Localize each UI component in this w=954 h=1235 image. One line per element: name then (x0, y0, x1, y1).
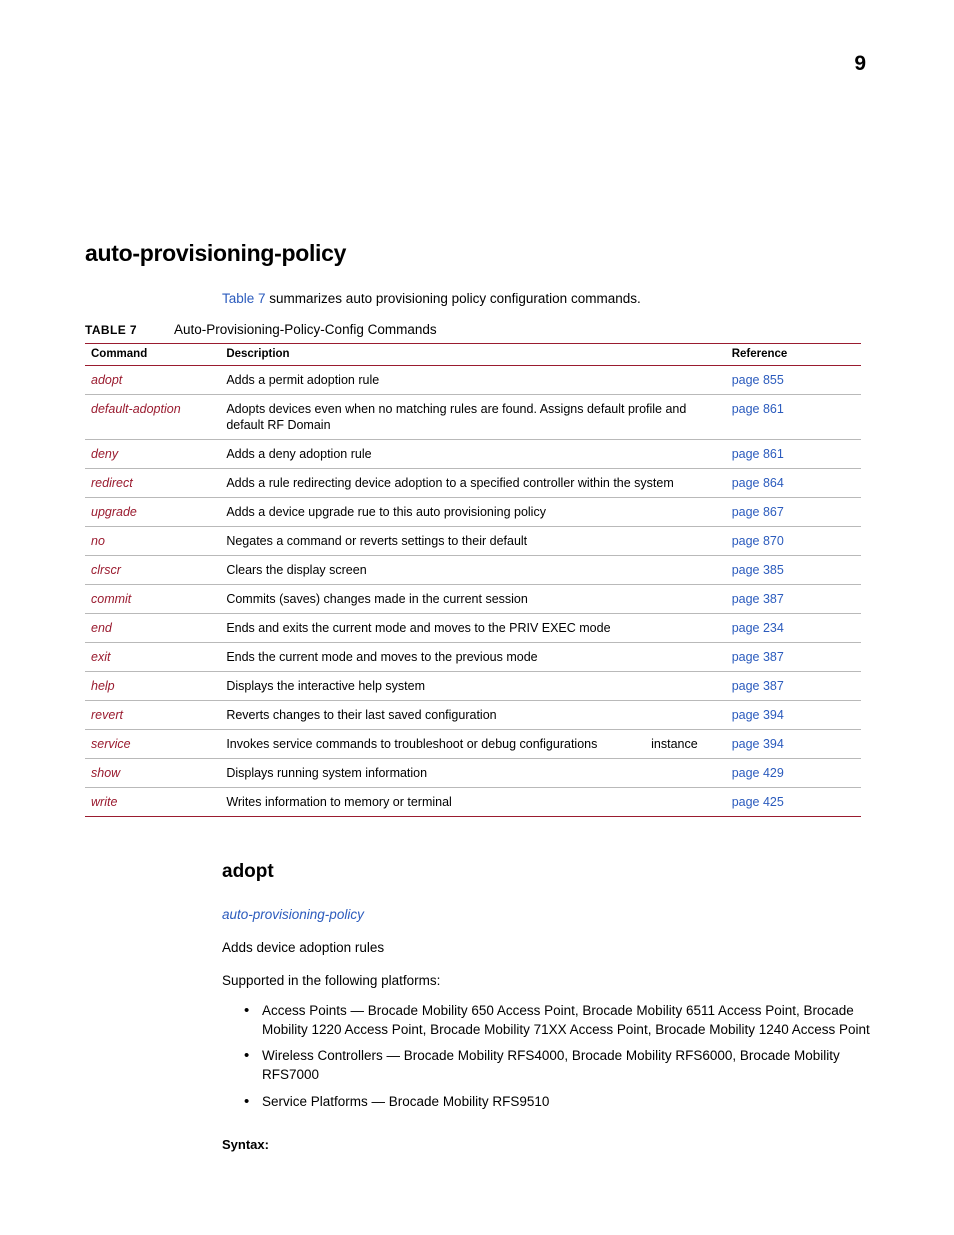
platform-text: Service Platforms — Brocade Mobility RFS… (262, 1093, 550, 1109)
page-content: auto-provisioning-policy Table 7 summari… (85, 240, 875, 1152)
table-7-link[interactable]: Table 7 (222, 291, 266, 306)
platform-text: Wireless Controllers — Brocade Mobility … (262, 1048, 840, 1082)
table-body: adopt Adds a permit adoption rule page 8… (85, 365, 861, 817)
command-link[interactable]: no (91, 534, 105, 548)
reference-link[interactable]: page 394 (732, 737, 784, 751)
command-link[interactable]: revert (91, 708, 123, 722)
command-description: Ends and exits the current mode and move… (226, 621, 611, 635)
table-row: upgrade Adds a device upgrade rue to thi… (85, 497, 861, 527)
command-description: Clears the display screen (226, 563, 367, 577)
table-intro-sentence: Table 7 summarizes auto provisioning pol… (222, 291, 875, 306)
reference-link[interactable]: page 385 (732, 563, 784, 577)
table-row: show Displays running system information… (85, 758, 861, 788)
table-row: write Writes information to memory or te… (85, 787, 861, 817)
command-description: Adds a device upgrade rue to this auto p… (226, 505, 546, 519)
reference-link[interactable]: page 387 (732, 650, 784, 664)
supported-platforms-intro: Supported in the following platforms: (222, 973, 441, 988)
reference-link[interactable]: page 864 (732, 476, 784, 490)
table-row: exit Ends the current mode and moves to … (85, 642, 861, 672)
command-link[interactable]: upgrade (91, 505, 137, 519)
command-link[interactable]: commit (91, 592, 131, 606)
command-link[interactable]: help (91, 679, 115, 693)
syntax-label: Syntax: (222, 1137, 269, 1153)
reference-link[interactable]: page 870 (732, 534, 784, 548)
command-description: Commits (saves) changes made in the curr… (226, 592, 528, 606)
command-description: Reverts changes to their last saved conf… (226, 708, 497, 722)
command-link[interactable]: service (91, 737, 131, 751)
command-link[interactable]: show (91, 766, 120, 780)
command-description: Negates a command or reverts settings to… (226, 534, 528, 548)
command-link[interactable]: clrscr (91, 563, 121, 577)
table-row: clrscr Clears the display screen page 38… (85, 555, 861, 585)
table-row: deny Adds a deny adoption rule page 861 (85, 439, 861, 469)
command-description: Writes information to memory or terminal (226, 795, 452, 809)
list-item: • Service Platforms — Brocade Mobility R… (222, 1093, 875, 1112)
column-header-reference: Reference (725, 343, 861, 366)
reference-link[interactable]: page 387 (732, 679, 784, 693)
subsection-description: Adds device adoption rules (222, 940, 385, 955)
table-row: commit Commits (saves) changes made in t… (85, 584, 861, 614)
command-link[interactable]: default-adoption (91, 402, 181, 416)
command-link[interactable]: end (91, 621, 112, 635)
reference-link[interactable]: page 861 (732, 402, 784, 416)
command-description: Adds a permit adoption rule (226, 373, 380, 387)
reference-link[interactable]: page 394 (732, 708, 784, 722)
table-intro-text: summarizes auto provisioning policy conf… (265, 291, 641, 306)
column-header-description: Description (220, 343, 726, 366)
table-row: help Displays the interactive help syste… (85, 671, 861, 701)
table-label: TABLE 7 (85, 323, 137, 337)
command-description: Invokes service commands to troubleshoot… (226, 737, 598, 751)
table-title: Auto-Provisioning-Policy-Config Commands (174, 322, 437, 337)
command-link[interactable]: exit (91, 650, 110, 664)
supported-platforms-list: • Access Points — Brocade Mobility 650 A… (222, 1002, 875, 1111)
command-link[interactable]: redirect (91, 476, 133, 490)
table-caption: TABLE 7 Auto-Provisioning-Policy-Config … (85, 322, 875, 337)
commands-table: Command Description Reference adopt Adds… (85, 343, 861, 817)
table-row: revert Reverts changes to their last sav… (85, 700, 861, 730)
bullet-icon: • (244, 1002, 250, 1019)
reference-link[interactable]: page 234 (732, 621, 784, 635)
table-row: no Negates a command or reverts settings… (85, 526, 861, 556)
reference-link[interactable]: page 387 (732, 592, 784, 606)
bullet-icon: • (244, 1092, 250, 1110)
command-link[interactable]: deny (91, 447, 118, 461)
table-row: end Ends and exits the current mode and … (85, 613, 861, 643)
reference-link[interactable]: page 855 (732, 373, 784, 387)
reference-link[interactable]: page 867 (732, 505, 784, 519)
table-row: default-adoption Adopts devices even whe… (85, 394, 861, 440)
command-description: Adds a deny adoption rule (226, 447, 372, 461)
page-title: auto-provisioning-policy (85, 240, 347, 266)
command-description: Displays running system information (226, 766, 428, 780)
bullet-icon: • (244, 1047, 250, 1065)
command-link[interactable]: write (91, 795, 117, 809)
command-description: Adds a rule redirecting device adoption … (226, 476, 674, 490)
page-number: 9 (854, 52, 866, 75)
table-row: redirect Adds a rule redirecting device … (85, 468, 861, 498)
command-link[interactable]: adopt (91, 373, 122, 387)
platform-text: Access Points — Brocade Mobility 650 Acc… (262, 1003, 870, 1037)
reference-link[interactable]: page 861 (732, 447, 784, 461)
reference-link[interactable]: page 429 (732, 766, 784, 780)
subsection-body: auto-provisioning-policy Adds device ado… (222, 907, 875, 1152)
reference-link[interactable]: page 425 (732, 795, 784, 809)
table-header-row: Command Description Reference (85, 343, 861, 366)
subsection-title: adopt (222, 861, 274, 882)
table-row: adopt Adds a permit adoption rule page 8… (85, 365, 861, 395)
command-description: Displays the interactive help system (226, 679, 426, 693)
parent-policy-link[interactable]: auto-provisioning-policy (222, 907, 875, 922)
column-header-command: Command (85, 343, 221, 366)
list-item: • Access Points — Brocade Mobility 650 A… (222, 1002, 875, 1039)
command-description: Ends the current mode and moves to the p… (226, 650, 538, 664)
table-row: service instance Invokes service command… (85, 729, 861, 759)
command-description: Adopts devices even when no matching rul… (226, 402, 687, 432)
list-item: • Wireless Controllers — Brocade Mobilit… (222, 1047, 875, 1084)
command-description-extra: instance (651, 737, 698, 751)
